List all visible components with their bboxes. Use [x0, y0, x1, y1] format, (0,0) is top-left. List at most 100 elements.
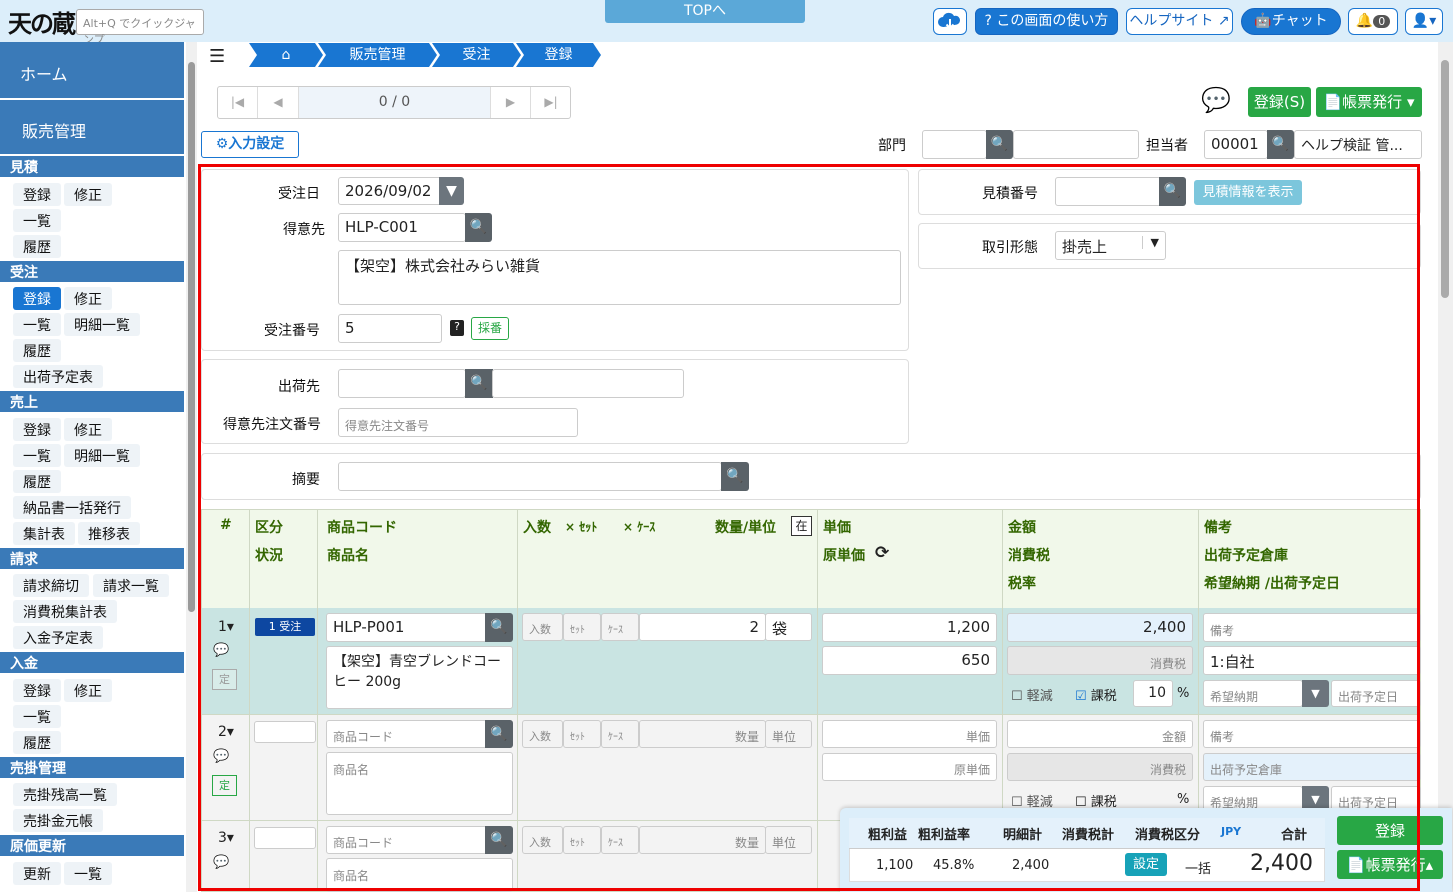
- staff-name-input[interactable]: ヘルプ検証 管...: [1294, 130, 1422, 159]
- quote-no-input[interactable]: [1055, 177, 1161, 206]
- prev-page-icon[interactable]: ◀: [258, 87, 299, 118]
- dept-search-button[interactable]: 🔍: [986, 130, 1013, 159]
- sidebar-item-uriage-history[interactable]: 履歴: [13, 470, 61, 493]
- user-menu-button[interactable]: 👤▾: [1405, 8, 1443, 35]
- row3-case[interactable]: ｹｰｽ: [601, 826, 639, 854]
- comment-icon[interactable]: 💬: [213, 855, 229, 870]
- help-site-button[interactable]: ヘルプサイト ↗: [1126, 8, 1233, 35]
- sidebar-item-juchu-edit[interactable]: 修正: [64, 287, 112, 310]
- caret-down-icon[interactable]: ▼: [1302, 680, 1329, 707]
- sidebar-item-nyukin-list[interactable]: 一覧: [13, 705, 61, 728]
- sidebar-item-balance-list[interactable]: 売掛残高一覧: [13, 783, 117, 806]
- sidebar-item-juchu-detail-list[interactable]: 明細一覧: [64, 313, 140, 336]
- order-date-input[interactable]: 2026/09/02: [338, 177, 442, 205]
- help-icon[interactable]: ?: [450, 320, 464, 336]
- last-page-icon[interactable]: ▶|: [531, 87, 571, 118]
- sidebar-home[interactable]: ホーム: [0, 42, 184, 98]
- row3-name-input[interactable]: 商品名: [326, 858, 513, 892]
- comment-icon[interactable]: 💬: [213, 643, 229, 658]
- sidebar-section-urikake[interactable]: 売掛管理: [0, 757, 184, 778]
- row2-cost-input[interactable]: 原単価: [822, 753, 997, 781]
- row3-kubun-input[interactable]: [254, 827, 316, 849]
- sidebar-item-mitsumori-edit[interactable]: 修正: [64, 183, 112, 206]
- show-quote-button[interactable]: 見積情報を表示: [1194, 180, 1302, 205]
- row1-case[interactable]: ｹｰｽ: [601, 613, 639, 641]
- row3-code-input[interactable]: 商品コード: [326, 826, 487, 854]
- row1-rate-input[interactable]: 10: [1133, 680, 1173, 707]
- staff-code-input[interactable]: 00001: [1204, 130, 1268, 159]
- form-issue-button[interactable]: 📄帳票発行 ▾: [1316, 87, 1422, 117]
- register-button[interactable]: 登録(S): [1248, 87, 1311, 117]
- row2-price-input[interactable]: 単価: [822, 720, 997, 748]
- row2-note-input[interactable]: 備考: [1203, 720, 1421, 748]
- sidebar-item-uriage-summary[interactable]: 集計表: [13, 522, 75, 545]
- tax-setting-button[interactable]: 設定: [1125, 853, 1167, 876]
- row3-code-search[interactable]: 🔍: [485, 826, 513, 854]
- sidebar-item-ledger[interactable]: 売掛金元帳: [13, 809, 103, 832]
- row2-set[interactable]: ｾｯﾄ: [563, 720, 601, 748]
- date-picker-button[interactable]: ▼: [439, 177, 464, 205]
- next-page-icon[interactable]: ▶: [491, 87, 531, 118]
- row2-warehouse-input[interactable]: 出荷予定倉庫: [1203, 753, 1421, 781]
- sidebar-item-mitsumori-list[interactable]: 一覧: [13, 209, 61, 232]
- row2-no[interactable]: 2▾: [218, 724, 234, 740]
- breadcrumb-juchu[interactable]: 受注: [432, 43, 521, 67]
- row1-price-input[interactable]: 1,200: [822, 613, 997, 642]
- sidebar-section-nyukin[interactable]: 入金: [0, 652, 184, 673]
- row2-code-input[interactable]: 商品コード: [326, 720, 487, 748]
- sidebar-item-uriage-register[interactable]: 登録: [13, 418, 61, 441]
- sidebar-item-juchu-history[interactable]: 履歴: [13, 339, 61, 362]
- ship-to-search-button[interactable]: 🔍: [465, 369, 493, 398]
- row2-unit-input[interactable]: 単位: [765, 720, 812, 748]
- summary-search-button[interactable]: 🔍: [721, 462, 749, 491]
- sidebar-section-seikyu[interactable]: 請求: [0, 548, 184, 569]
- sidebar-item-uriage-list[interactable]: 一覧: [13, 444, 61, 467]
- sidebar-sales[interactable]: 販売管理: [0, 100, 184, 154]
- customer-order-input[interactable]: 得意先注文番号: [338, 408, 578, 437]
- fix-button[interactable]: 定: [212, 669, 237, 690]
- row1-reduced-check[interactable]: ☐ 軽減: [1011, 685, 1053, 704]
- input-settings-button[interactable]: ⚙入力設定: [201, 131, 299, 158]
- row1-code-search[interactable]: 🔍: [485, 613, 513, 642]
- footer-register-button[interactable]: 登録: [1337, 816, 1443, 845]
- ship-to-name-input[interactable]: [492, 369, 684, 398]
- sidebar-item-payment-schedule[interactable]: 入金予定表: [13, 626, 103, 649]
- quickjump-input[interactable]: Alt+Q でクイックジャンプ: [76, 9, 204, 46]
- row3-unit-input[interactable]: 単位: [765, 826, 812, 854]
- sidebar-section-mitsumori[interactable]: 見積: [0, 156, 184, 177]
- sidebar-item-uriage-edit[interactable]: 修正: [64, 418, 112, 441]
- row1-qty-input[interactable]: 2: [639, 613, 766, 641]
- sidebar-item-seikyu-closing[interactable]: 請求締切: [13, 574, 89, 597]
- sidebar-item-juchu-list[interactable]: 一覧: [13, 313, 61, 336]
- customer-name-input[interactable]: 【架空】株式会社みらい雑貨: [338, 250, 901, 305]
- page-scroll-thumb[interactable]: [1441, 60, 1449, 298]
- row1-cost-input[interactable]: 650: [822, 646, 997, 675]
- app-logo[interactable]: 天の蔵: [8, 4, 76, 39]
- summary-input[interactable]: [338, 462, 722, 491]
- sidebar-item-juchu-shipping-schedule[interactable]: 出荷予定表: [13, 365, 103, 388]
- customer-search-button[interactable]: 🔍: [465, 213, 492, 242]
- quote-search-button[interactable]: 🔍: [1159, 177, 1186, 206]
- customer-code-input[interactable]: HLP-C001: [338, 213, 466, 242]
- chat-button[interactable]: 🤖チャット: [1241, 8, 1341, 35]
- row1-tax[interactable]: 消費税: [1007, 646, 1193, 675]
- sidebar-item-genka-list[interactable]: 一覧: [64, 862, 112, 885]
- row2-code-search[interactable]: 🔍: [485, 720, 513, 748]
- sidebar-section-genka[interactable]: 原価更新: [0, 835, 184, 856]
- row1-warehouse-input[interactable]: 1:自社: [1203, 646, 1421, 675]
- row1-name-input[interactable]: 【架空】青空ブレンドコーヒー 200g: [326, 646, 513, 709]
- dept-name-input[interactable]: [1013, 130, 1139, 159]
- sidebar-item-mitsumori-register[interactable]: 登録: [13, 183, 61, 206]
- row3-set[interactable]: ｾｯﾄ: [563, 826, 601, 854]
- row1-unit-input[interactable]: 袋: [765, 613, 812, 641]
- breadcrumb-sales[interactable]: 販売管理: [318, 43, 437, 67]
- deal-type-select[interactable]: 掛売上 ▼: [1055, 231, 1166, 260]
- footer-form-issue-button[interactable]: 📄帳票発行▴: [1337, 850, 1443, 879]
- sidebar-item-uriage-detail-list[interactable]: 明細一覧: [64, 444, 140, 467]
- sidebar-item-mitsumori-history[interactable]: 履歴: [13, 235, 61, 258]
- first-page-icon[interactable]: |◀: [218, 87, 258, 118]
- refresh-icon[interactable]: ⟳: [875, 543, 889, 563]
- row2-name-input[interactable]: 商品名: [326, 752, 513, 815]
- row1-code-input[interactable]: HLP-P001: [326, 613, 487, 642]
- top-link[interactable]: TOPへ: [605, 0, 805, 23]
